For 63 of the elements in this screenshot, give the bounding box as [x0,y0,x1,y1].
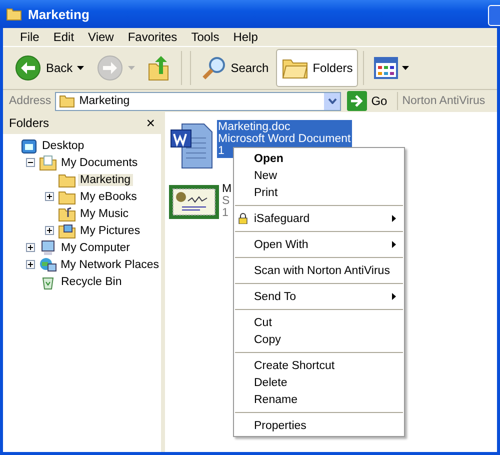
expand-icon[interactable] [45,192,54,201]
menu-item[interactable]: iSafeguard [234,210,404,227]
tree-item[interactable]: My Network Places [58,258,161,270]
close-button[interactable]: × [146,116,155,130]
pane-title: Folders [9,116,50,130]
chevron-down-icon [328,98,337,104]
certificate-icon[interactable] [168,184,220,220]
menu-item[interactable]: Scan with Norton AntiVirus [234,262,404,279]
menu-item[interactable]: Cut [234,314,404,331]
caret-icon [402,66,409,70]
menu-item[interactable]: Rename [234,391,404,408]
expand-icon[interactable] [26,243,35,252]
menu-item[interactable]: File [13,30,46,44]
menu-item[interactable]: Print [234,184,404,201]
collapse-icon[interactable] [26,158,35,167]
caret-icon [76,66,84,70]
folder-icon [58,206,76,222]
menu-item[interactable]: Tools [184,30,226,44]
folder-icon [39,154,57,170]
menu-item[interactable]: Properties [234,417,404,434]
tree-item[interactable]: My Music [78,208,131,220]
menu-item[interactable]: Help [226,30,265,44]
menu-item[interactable]: Edit [46,30,82,44]
caret-icon [128,66,135,70]
views-icon [374,57,398,79]
folder-up-icon [146,54,171,82]
menu-item[interactable]: Copy [234,331,404,348]
address-field[interactable]: Marketing [55,92,342,110]
folder-icon [59,94,76,108]
tree-item[interactable]: Desktop [40,140,86,152]
window-title: Marketing [28,6,90,22]
tree-item[interactable]: Recycle Bin [59,276,124,288]
back-button[interactable]: Back [9,49,89,87]
globe-computer-icon [38,256,57,272]
dropdown-button[interactable] [324,92,340,110]
menu-item[interactable]: View [81,30,121,44]
folder-icon [58,172,76,188]
search-icon [200,55,227,81]
address-label: Address [9,95,52,107]
expand-icon[interactable] [45,226,54,235]
menu-item[interactable]: Send To [234,288,404,305]
go-button[interactable]: Go [345,91,394,111]
tree-item[interactable]: My Documents [59,156,140,168]
search-button[interactable]: Search [196,49,274,87]
tree-item[interactable]: My Computer [59,242,132,254]
menu-item[interactable]: Create Shortcut [234,357,404,374]
tree-item[interactable]: My Pictures [78,224,142,236]
tree-item[interactable]: Marketing [78,174,132,186]
folder-icon [6,7,22,21]
menu-item[interactable]: Favorites [120,30,184,44]
menu-item[interactable]: Delete [234,374,404,391]
norton-antivirus-link[interactable]: Norton AntiVirus [402,95,486,107]
menu-item[interactable]: Open With [234,236,404,253]
desktop-icon [20,138,38,154]
expand-icon[interactable] [26,260,35,269]
tree-item[interactable]: My eBooks [78,190,139,202]
folder-icon [58,222,76,238]
folder-icon [58,188,76,204]
folders-button[interactable]: Folders [276,49,358,87]
padlock-icon [238,213,248,224]
file-label: M S 1 [221,182,233,220]
computer-icon [39,240,57,256]
menu-item[interactable]: New [234,167,404,184]
